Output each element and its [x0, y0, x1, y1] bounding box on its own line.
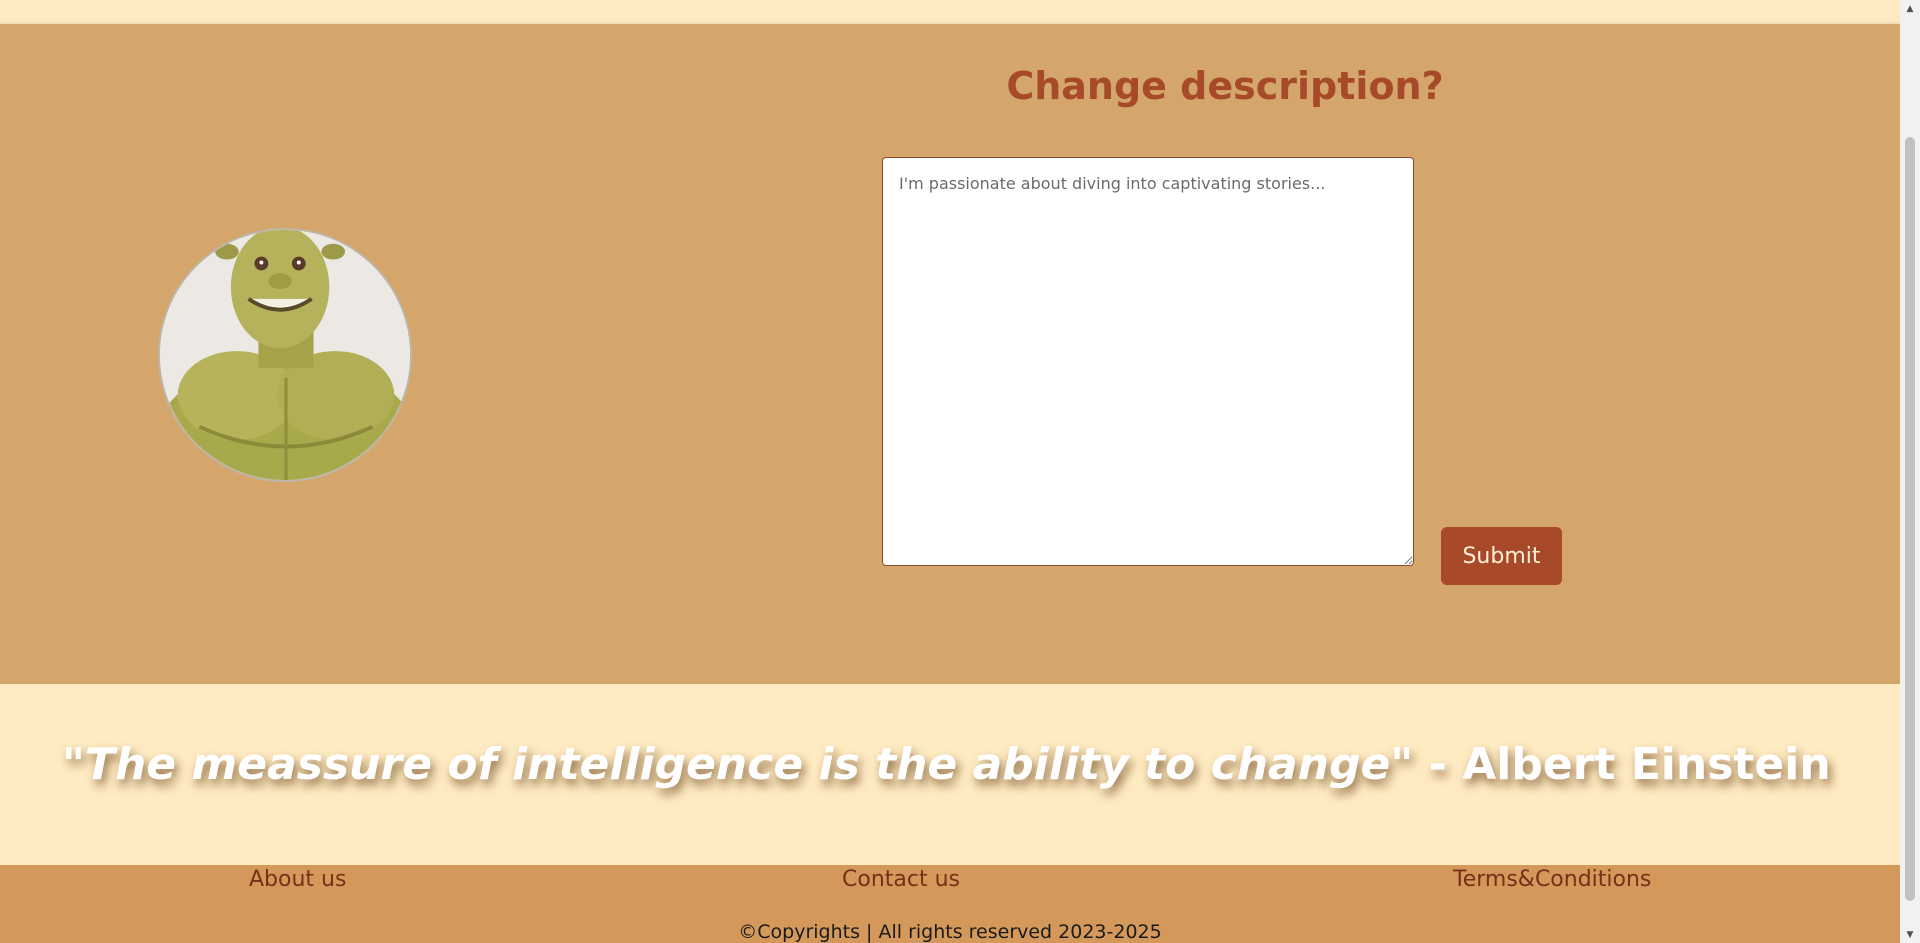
quote-text: "The meassure of intelligence is the abi… [62, 739, 1414, 790]
quote-author: - Albert Einstein [1413, 739, 1831, 790]
vertical-scrollbar[interactable]: ▲ ▼ [1900, 0, 1920, 943]
top-strip [0, 0, 1900, 24]
footer-link-contact-us[interactable]: Contact us [842, 865, 960, 895]
scrollbar-thumb[interactable] [1905, 137, 1915, 901]
profile-card: Change description? Submit [0, 24, 1900, 684]
scroll-up-arrow-icon[interactable]: ▲ [1900, 0, 1920, 17]
description-textarea[interactable] [882, 157, 1414, 566]
profile-avatar [158, 228, 412, 482]
footer-link-about-us[interactable]: About us [249, 865, 346, 895]
change-description-title: Change description? [1006, 64, 1444, 108]
submit-button[interactable]: Submit [1441, 527, 1562, 585]
einstein-quote: "The meassure of intelligence is the abi… [62, 739, 1831, 790]
quote-band: "The meassure of intelligence is the abi… [0, 684, 1900, 865]
footer-link-terms-conditions[interactable]: Terms&Conditions [1453, 865, 1651, 895]
copyright-text: ©Copyrights | All rights reserved 2023-2… [738, 921, 1162, 943]
scroll-down-arrow-icon[interactable]: ▼ [1900, 926, 1920, 943]
avatar-photo-icon [160, 230, 410, 480]
site-footer: About us Contact us Terms&Conditions ©Co… [0, 865, 1900, 943]
page-viewport: Change description? Submit "The meassure… [0, 0, 1900, 943]
